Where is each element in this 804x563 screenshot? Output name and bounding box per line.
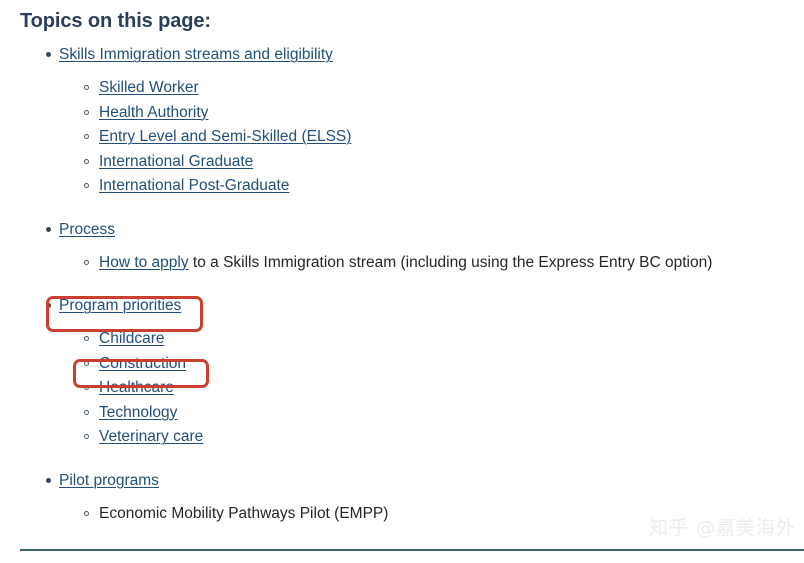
bullet-disc-icon [46,226,51,232]
topics-list-level1: Skills Immigration streams and eligibili… [0,44,804,526]
bullet-circle-icon [84,510,89,516]
how-to-apply-description: to a Skills Immigration stream (includin… [188,253,713,271]
link-process[interactable]: Process [59,221,115,238]
page-title: Topics on this page: [20,10,211,32]
topic-group-skills-immigration: Skills Immigration streams and eligibili… [0,44,804,199]
bullet-circle-icon [84,259,89,265]
bullet-circle-icon [84,385,89,390]
topic-subitem: Entry Level and Semi-Skilled (ELSS) [59,125,804,150]
bullet-circle-icon [84,336,89,341]
topic-link-row: International Graduate [99,150,804,175]
bullet-disc-icon [46,303,51,308]
topic-subitem: Healthcare [59,376,804,401]
topic-link-row: Skilled Worker [99,76,804,101]
bullet-circle-icon [84,409,89,415]
link-childcare[interactable]: Childcare [99,330,164,347]
topics-outline: Skills Immigration streams and eligibili… [0,44,804,526]
topic-link-row: Pilot programs [59,470,804,492]
topics-list-level2: How to apply to a Skills Immigration str… [59,251,804,276]
topic-subitem: International Post-Graduate [59,174,804,199]
topic-link-row: Veterinary care [99,425,804,450]
topic-subitem: International Graduate [59,150,804,175]
topic-link-row: Healthcare [99,376,804,401]
topic-subitem: How to apply to a Skills Immigration str… [59,251,804,276]
link-pilot-programs[interactable]: Pilot programs [59,472,159,489]
topic-link-row: Skills Immigration streams and eligibili… [59,44,804,66]
bottom-divider [20,549,804,551]
link-international-post-graduate[interactable]: International Post-Graduate [99,177,289,194]
topic-subitem: Skilled Worker [59,76,804,101]
topic-link-row: How to apply to a Skills Immigration str… [99,251,804,276]
topic-link-row: Program priorities [59,295,804,317]
link-healthcare[interactable]: Healthcare [99,379,174,396]
link-veterinary-care[interactable]: Veterinary care [99,428,203,445]
link-health-authority[interactable]: Health Authority [99,104,208,121]
topics-list-level2: Skilled Worker Health Authority Entry Le… [59,76,804,199]
topic-subitem: Technology [59,401,804,426]
bullet-circle-icon [84,85,89,90]
bullet-disc-icon [46,477,51,483]
topic-link-row: International Post-Graduate [99,174,804,199]
bullet-circle-icon [84,183,89,188]
topics-list-level2: Childcare Construction Healthcare Techno… [59,327,804,450]
topic-link-row: Construction [99,352,804,377]
topic-link-row: Process [59,219,804,241]
topic-group-program-priorities: Program priorities Childcare Constructio… [0,295,804,450]
topic-subitem: Childcare [59,327,804,352]
topic-subitem: Construction [59,352,804,377]
topic-link-row: Entry Level and Semi-Skilled (ELSS) [99,125,804,150]
topic-group-process: Process How to apply to a Skills Immigra… [0,219,804,276]
link-skills-immigration-streams[interactable]: Skills Immigration streams and eligibili… [59,46,333,63]
link-skilled-worker[interactable]: Skilled Worker [99,79,199,96]
link-international-graduate[interactable]: International Graduate [99,153,253,170]
link-how-to-apply[interactable]: How to apply [99,254,189,271]
bullet-circle-icon [84,158,89,164]
link-entry-level-semi-skilled[interactable]: Entry Level and Semi-Skilled (ELSS) [99,128,351,145]
bullet-circle-icon [84,360,89,366]
link-construction[interactable]: Construction [99,355,186,372]
zhihu-watermark: 知乎 @嘉美海外 [648,517,796,539]
bullet-circle-icon [84,109,89,115]
link-technology[interactable]: Technology [99,404,177,421]
bullet-circle-icon [84,434,89,439]
topic-subitem: Health Authority [59,101,804,126]
bullet-circle-icon [84,134,89,139]
topic-link-row: Health Authority [99,101,804,126]
bullet-disc-icon [46,52,51,57]
topic-link-row: Technology [99,401,804,426]
link-program-priorities[interactable]: Program priorities [59,297,181,314]
topic-subitem: Veterinary care [59,425,804,450]
topic-link-row: Childcare [99,327,804,352]
